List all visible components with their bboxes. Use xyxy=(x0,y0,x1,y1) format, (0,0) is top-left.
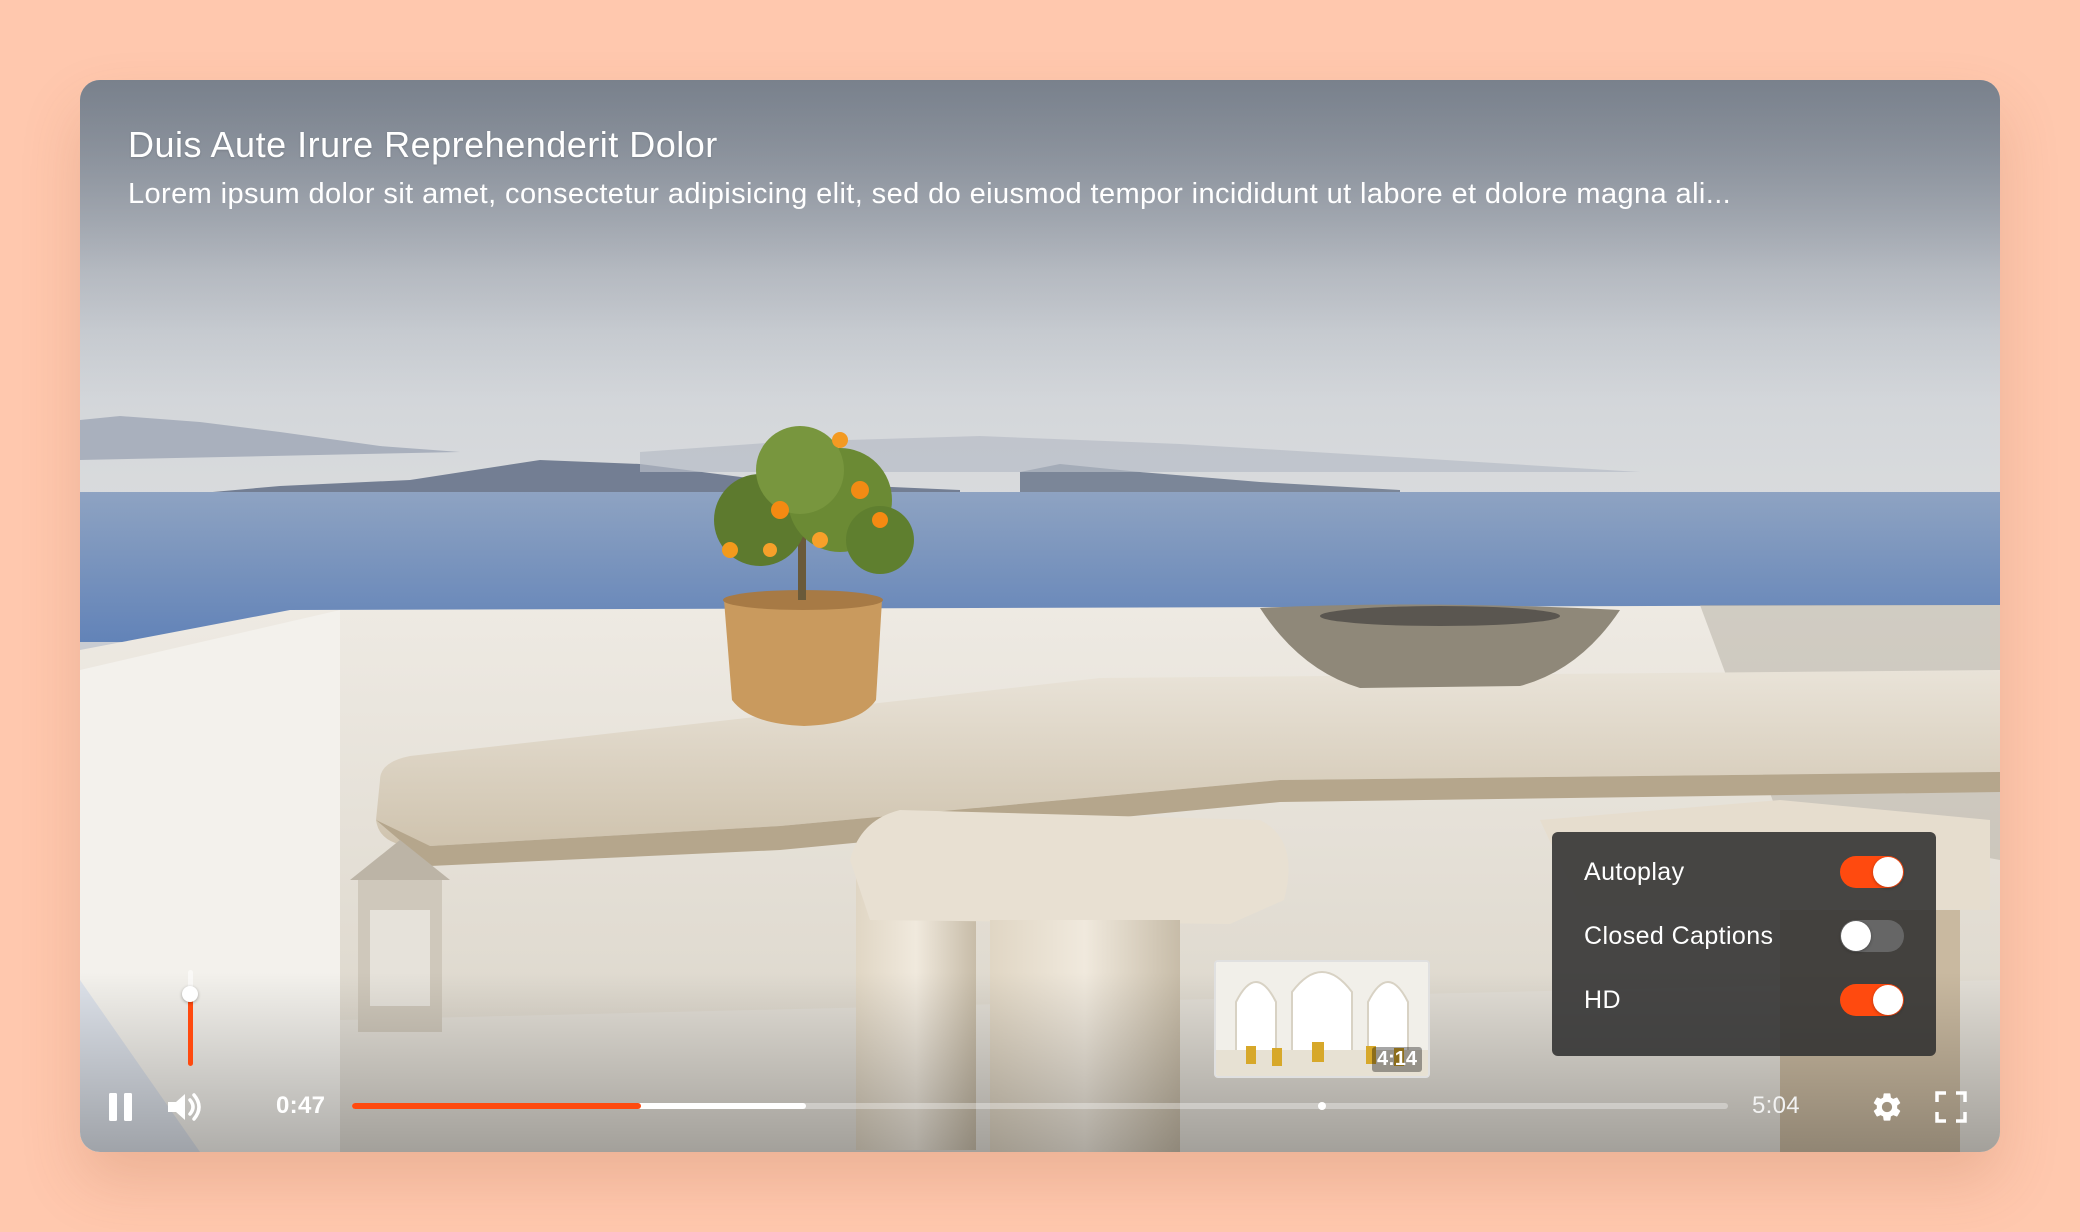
volume-fill xyxy=(188,994,193,1066)
fullscreen-icon xyxy=(1935,1091,1967,1123)
pause-icon xyxy=(109,1093,132,1121)
seek-preview-thumbnail: 4:14 xyxy=(1214,960,1430,1078)
setting-closed-captions: Closed Captions xyxy=(1584,916,1904,956)
preview-time: 4:14 xyxy=(1371,1047,1422,1072)
toggle-knob xyxy=(1841,921,1871,951)
progress-bar[interactable] xyxy=(352,1102,1728,1111)
volume-handle[interactable] xyxy=(182,986,198,1002)
video-description: Lorem ipsum dolor sit amet, consectetur … xyxy=(128,178,1732,210)
gear-icon xyxy=(1873,1093,1901,1121)
pause-button[interactable] xyxy=(104,1090,138,1124)
setting-label-closed-captions: Closed Captions xyxy=(1584,921,1774,950)
current-time: 0:47 xyxy=(276,1092,326,1119)
autoplay-toggle[interactable] xyxy=(1840,856,1904,888)
setting-label-autoplay: Autoplay xyxy=(1584,857,1685,886)
settings-panel: Autoplay Closed Captions HD xyxy=(1552,832,1936,1056)
total-time: 5:04 xyxy=(1752,1092,1800,1119)
video-title: Duis Aute Irure Reprehenderit Dolor xyxy=(128,124,718,165)
volume-button[interactable] xyxy=(166,1090,206,1124)
control-bar: 0:47 5:04 xyxy=(80,1082,2000,1132)
settings-button[interactable] xyxy=(1870,1090,1904,1124)
setting-label-hd: HD xyxy=(1584,985,1621,1014)
progress-played xyxy=(352,1103,641,1109)
hd-toggle[interactable] xyxy=(1840,984,1904,1016)
volume-slider[interactable] xyxy=(182,970,198,1066)
closed-captions-toggle[interactable] xyxy=(1840,920,1904,952)
video-player[interactable]: Duis Aute Irure Reprehenderit Dolor Lore… xyxy=(80,80,2000,1152)
volume-icon xyxy=(168,1093,201,1121)
fullscreen-button[interactable] xyxy=(1934,1090,1968,1124)
toggle-knob xyxy=(1873,985,1903,1015)
setting-hd: HD xyxy=(1584,980,1904,1020)
setting-autoplay: Autoplay xyxy=(1584,852,1904,892)
toggle-knob xyxy=(1873,857,1903,887)
